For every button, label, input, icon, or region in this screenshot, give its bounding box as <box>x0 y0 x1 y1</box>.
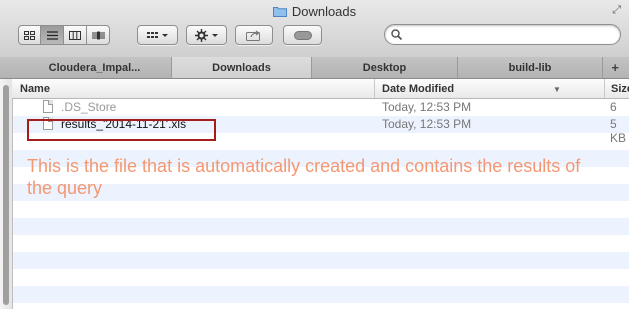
arrange-grid-icon <box>146 31 168 38</box>
column-name-header[interactable]: Name <box>20 79 380 98</box>
file-row-ds-store[interactable]: .DS_Store Today, 12:53 PM 6 KB <box>13 99 629 128</box>
column-label: Date Modified <box>382 82 455 95</box>
toolbar: Downloads ⤢ <box>0 0 629 58</box>
annotation-highlight-box <box>27 119 216 141</box>
annotation-text: This is the file that is automatically c… <box>27 156 581 198</box>
cover-flow-icon <box>92 31 104 39</box>
cover-flow-button[interactable] <box>87 25 110 45</box>
empty-row <box>13 269 629 286</box>
action-button[interactable] <box>186 25 227 45</box>
empty-row <box>13 235 629 252</box>
icon-view-button[interactable] <box>18 25 41 45</box>
share-icon <box>246 30 260 41</box>
empty-row <box>13 218 629 235</box>
tab-downloads[interactable]: Downloads <box>172 57 312 78</box>
view-mode-segmented-control <box>18 25 110 45</box>
file-date: Today, 12:53 PM <box>382 117 472 131</box>
tab-label: Cloudera_Impal... <box>48 61 141 74</box>
search-field <box>384 24 621 45</box>
window-title-bar: Downloads <box>0 4 629 19</box>
sidebar-scrollbar[interactable] <box>0 79 13 309</box>
gear-icon <box>194 28 218 42</box>
window-title: Downloads <box>291 4 357 19</box>
empty-row <box>13 286 629 303</box>
document-icon <box>43 100 53 113</box>
arrange-button[interactable] <box>137 25 178 45</box>
tab-desktop[interactable]: Desktop <box>312 57 458 78</box>
fullscreen-icon[interactable]: ⤢ <box>612 4 621 17</box>
tab-bar: Cloudera_Impal... Downloads Desktop buil… <box>0 57 629 79</box>
tab-label: Desktop <box>362 61 407 74</box>
column-header: Name Date Modified ▼ Size <box>12 79 629 99</box>
folder-icon <box>272 5 287 17</box>
sort-descending-icon: ▼ <box>553 85 561 94</box>
empty-row <box>13 201 629 218</box>
column-date-header[interactable]: Date Modified <box>374 79 604 98</box>
tag-icon <box>293 30 312 40</box>
column-view-button[interactable] <box>64 25 87 45</box>
tab-build-lib[interactable]: build-lib <box>458 57 603 78</box>
tags-button[interactable] <box>283 25 322 45</box>
empty-row <box>13 252 629 269</box>
new-tab-button[interactable]: + <box>611 60 619 75</box>
file-date: Today, 12:53 PM <box>382 100 472 114</box>
share-button[interactable] <box>235 25 273 45</box>
tab-label: build-lib <box>508 61 552 74</box>
file-name: .DS_Store <box>61 100 117 114</box>
icon-view-icon <box>24 30 35 40</box>
column-label: Size <box>611 82 629 95</box>
search-icon <box>391 29 402 40</box>
tab-label: Downloads <box>212 61 271 74</box>
scrollbar-thumb[interactable] <box>3 85 9 305</box>
search-input[interactable] <box>405 27 614 44</box>
column-label: Name <box>20 82 50 95</box>
column-view-icon <box>69 30 81 40</box>
list-view-icon <box>46 30 58 40</box>
tab-cloudera-impala[interactable]: Cloudera_Impal... <box>18 57 172 78</box>
list-view-button[interactable] <box>41 25 64 45</box>
column-size-header[interactable]: Size <box>604 79 629 98</box>
